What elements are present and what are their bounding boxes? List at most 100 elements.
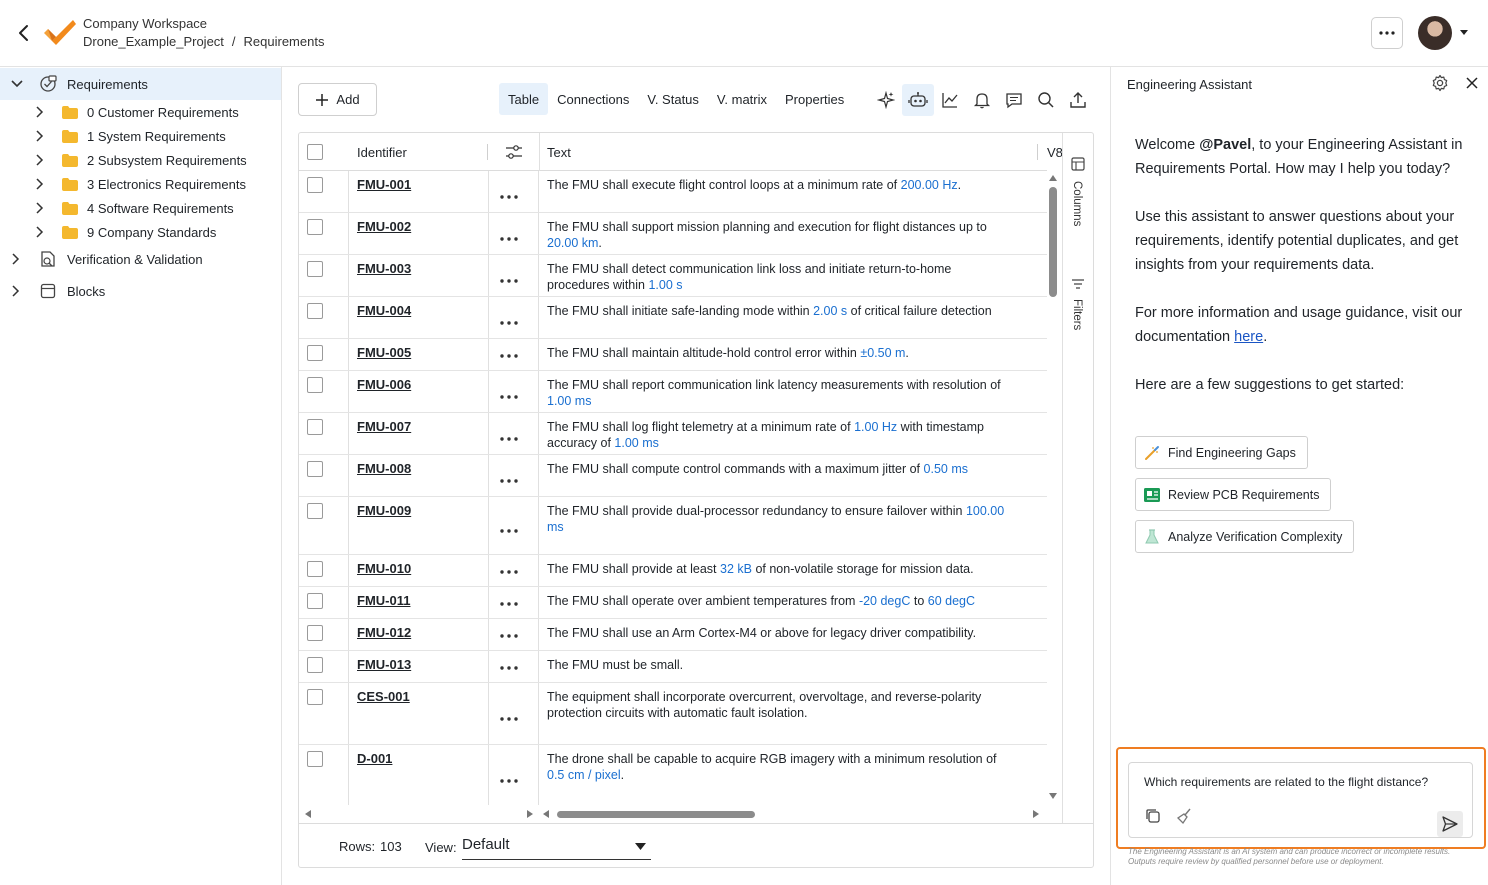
column-header-identifier[interactable]: Identifier <box>357 145 407 160</box>
row-actions-icon[interactable] <box>497 432 521 446</box>
row-checkbox[interactable] <box>307 419 323 435</box>
requirement-identifier[interactable]: FMU-005 <box>357 345 411 360</box>
assistant-robot-button[interactable] <box>902 84 934 116</box>
add-button[interactable]: Add <box>298 83 377 116</box>
table-row[interactable]: FMU-005 The FMU shall maintain altitude-h… <box>299 339 1047 371</box>
row-actions-icon[interactable] <box>497 565 521 579</box>
row-actions-icon[interactable] <box>497 661 521 675</box>
row-actions-icon[interactable] <box>497 774 521 788</box>
row-checkbox[interactable] <box>307 377 323 393</box>
back-arrow-icon[interactable] <box>14 23 34 43</box>
row-checkbox[interactable] <box>307 177 323 193</box>
notifications-button[interactable] <box>966 84 998 116</box>
requirement-identifier[interactable]: FMU-013 <box>357 657 411 672</box>
more-options-button[interactable] <box>1371 17 1403 49</box>
requirement-identifier[interactable]: FMU-004 <box>357 303 411 318</box>
chart-button[interactable] <box>934 84 966 116</box>
tab-v-matrix[interactable]: V. matrix <box>708 83 776 115</box>
chevron-right-icon[interactable] <box>32 225 46 239</box>
requirement-identifier[interactable]: FMU-002 <box>357 219 411 234</box>
suggestion-review-pcb-requirements[interactable]: Review PCB Requirements <box>1135 478 1332 511</box>
chevron-right-icon[interactable] <box>32 105 46 119</box>
tree-folder-5[interactable]: 9 Company Standards <box>32 220 216 244</box>
row-checkbox[interactable] <box>307 345 323 361</box>
scroll-down-icon[interactable] <box>1049 793 1057 799</box>
scroll-left-icon[interactable] <box>305 810 311 818</box>
row-actions-icon[interactable] <box>497 390 521 404</box>
tree-folder-1[interactable]: 1 System Requirements <box>32 124 226 148</box>
table-row[interactable]: FMU-010 The FMU shall provide at least 32… <box>299 555 1047 587</box>
columns-panel-toggle[interactable]: Columns <box>1071 181 1083 226</box>
requirement-identifier[interactable]: FMU-007 <box>357 419 411 434</box>
table-row[interactable]: FMU-008 The FMU shall compute control com… <box>299 455 1047 497</box>
requirement-identifier[interactable]: CES-001 <box>357 689 410 704</box>
tree-folder-0[interactable]: 0 Customer Requirements <box>32 100 239 124</box>
chevron-down-icon[interactable] <box>10 77 24 91</box>
chevron-right-icon[interactable] <box>32 129 46 143</box>
broom-icon[interactable] <box>1176 807 1194 825</box>
tree-folder-2[interactable]: 2 Subsystem Requirements <box>32 148 247 172</box>
workspace-name[interactable]: Company Workspace <box>83 16 207 31</box>
breadcrumb-project[interactable]: Drone_Example_Project <box>83 34 224 49</box>
row-actions-icon[interactable] <box>497 316 521 330</box>
requirement-text[interactable]: The FMU shall report communication link … <box>547 377 1017 409</box>
requirement-text[interactable]: The FMU shall provide dual-processor red… <box>547 503 1017 535</box>
row-actions-icon[interactable] <box>497 274 521 288</box>
tree-item-requirements[interactable]: Requirements <box>0 68 281 100</box>
requirement-text[interactable]: The FMU shall detect communication link … <box>547 261 1017 293</box>
breadcrumb-page[interactable]: Requirements <box>244 34 325 49</box>
row-actions-icon[interactable] <box>497 474 521 488</box>
row-checkbox[interactable] <box>307 461 323 477</box>
scroll-right-icon[interactable] <box>1033 810 1039 818</box>
requirement-text[interactable]: The FMU shall use an Arm Cortex-M4 or ab… <box>547 625 1017 641</box>
caret-down-icon[interactable] <box>1459 29 1469 37</box>
table-row[interactable]: FMU-012 The FMU shall use an Arm Cortex-M… <box>299 619 1047 651</box>
chat-input[interactable] <box>1144 775 1464 789</box>
horizontal-scrollbar[interactable] <box>299 805 1047 823</box>
requirement-text[interactable]: The FMU shall log flight telemetry at a … <box>547 419 1017 451</box>
row-checkbox[interactable] <box>307 503 323 519</box>
tab-properties[interactable]: Properties <box>776 83 853 115</box>
tree-item-blocks[interactable]: Blocks <box>0 275 105 307</box>
row-actions-icon[interactable] <box>497 190 521 204</box>
table-row[interactable]: FMU-013 The FMU must be small. <box>299 651 1047 683</box>
tab-table[interactable]: Table <box>499 83 549 115</box>
requirement-identifier[interactable]: FMU-010 <box>357 561 411 576</box>
requirement-identifier[interactable]: FMU-012 <box>357 625 411 640</box>
table-row[interactable]: FMU-001 The FMU shall execute flight cont… <box>299 171 1047 213</box>
table-row[interactable]: CES-001 The equipment shall incorporate o… <box>299 683 1047 745</box>
table-row[interactable]: D-001 The drone shall be capable to acqui… <box>299 745 1047 805</box>
scrollbar-thumb[interactable] <box>1049 187 1057 297</box>
send-button[interactable] <box>1437 811 1463 837</box>
filter-icon[interactable] <box>1071 277 1085 291</box>
table-row[interactable]: FMU-009 The FMU shall provide dual-proces… <box>299 497 1047 555</box>
table-row[interactable]: FMU-006 The FMU shall report communicatio… <box>299 371 1047 413</box>
gear-icon[interactable] <box>1431 74 1449 92</box>
vertical-scrollbar[interactable] <box>1046 171 1060 805</box>
row-checkbox[interactable] <box>307 689 323 705</box>
row-actions-icon[interactable] <box>497 629 521 643</box>
tree-item-verification[interactable]: Verification & Validation <box>0 243 203 275</box>
close-icon[interactable] <box>1465 76 1479 90</box>
requirement-text[interactable]: The FMU shall execute flight control loo… <box>547 177 1017 193</box>
copy-icon[interactable] <box>1144 807 1162 825</box>
table-row[interactable]: FMU-007 The FMU shall log flight telemetr… <box>299 413 1047 455</box>
table-row[interactable]: FMU-003 The FMU shall detect communicatio… <box>299 255 1047 297</box>
requirement-text[interactable]: The drone shall be capable to acquire RG… <box>547 751 1017 783</box>
row-checkbox[interactable] <box>307 303 323 319</box>
row-checkbox[interactable] <box>307 657 323 673</box>
tree-folder-3[interactable]: 3 Electronics Requirements <box>32 172 246 196</box>
requirement-identifier[interactable]: FMU-008 <box>357 461 411 476</box>
row-checkbox[interactable] <box>307 561 323 577</box>
export-button[interactable] <box>1062 84 1094 116</box>
chevron-right-icon[interactable] <box>8 284 22 298</box>
scrollbar-thumb[interactable] <box>557 811 755 818</box>
table-row[interactable]: FMU-002 The FMU shall support mission pla… <box>299 213 1047 255</box>
row-checkbox[interactable] <box>307 261 323 277</box>
column-settings-icon[interactable] <box>505 144 523 160</box>
requirement-identifier[interactable]: D-001 <box>357 751 392 766</box>
search-button[interactable] <box>1030 84 1062 116</box>
chevron-right-icon[interactable] <box>32 153 46 167</box>
view-select[interactable]: Default <box>462 832 651 860</box>
columns-icon[interactable] <box>1071 157 1085 171</box>
